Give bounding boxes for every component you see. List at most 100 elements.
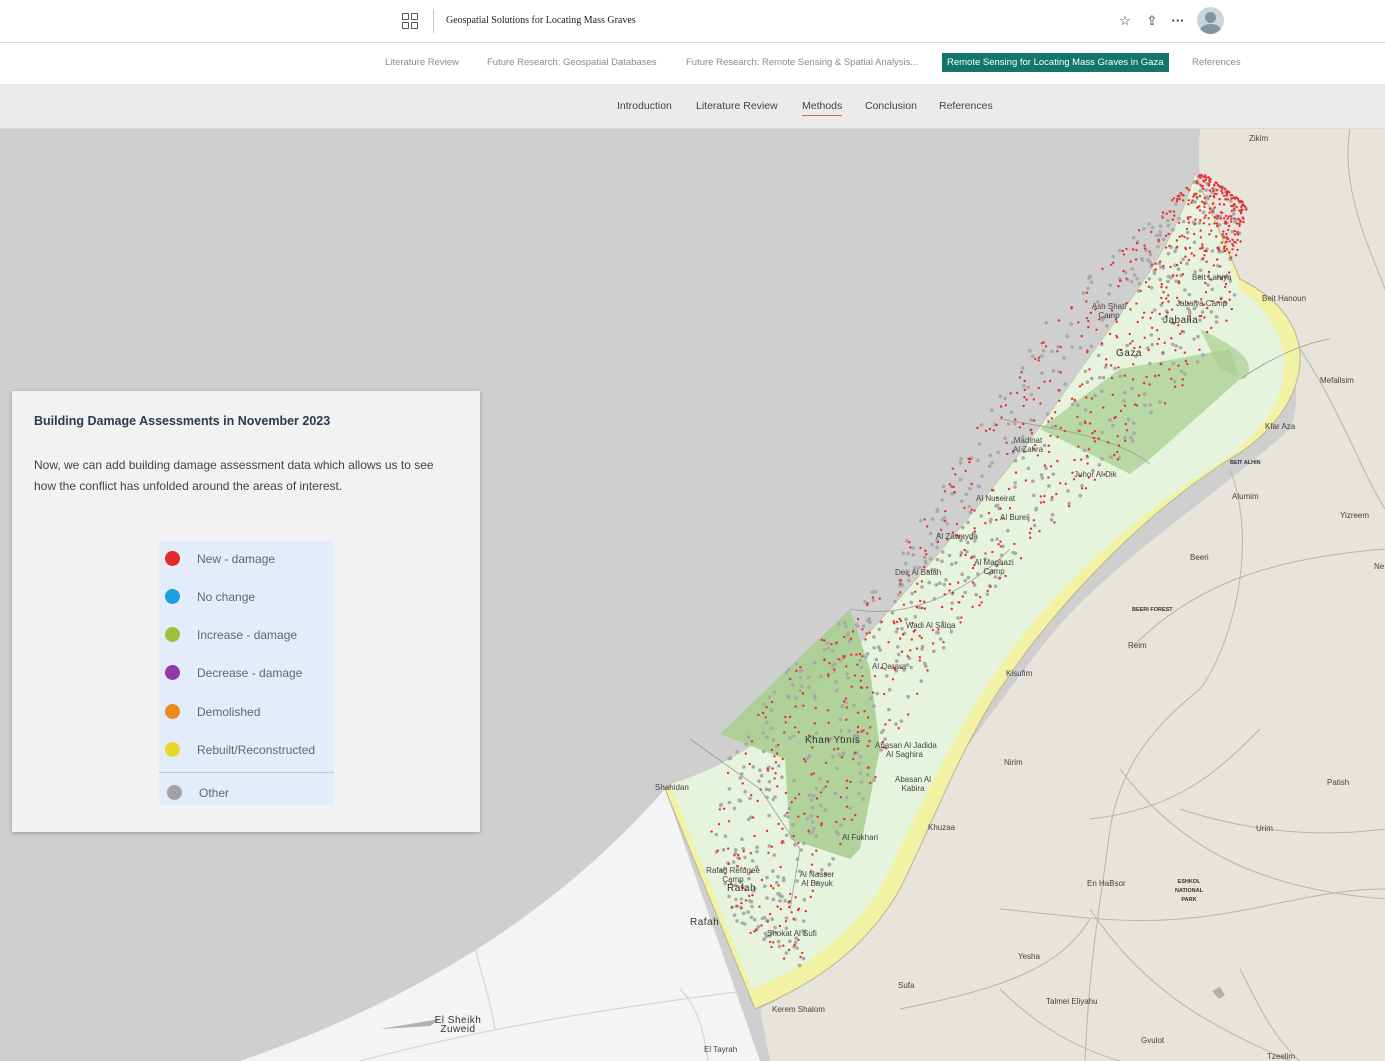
other-point xyxy=(843,620,847,625)
damage-point xyxy=(1013,542,1016,546)
collection-item-geospatial-databases[interactable]: Future Research: Geospatial Databases xyxy=(487,57,657,68)
damage-point xyxy=(736,904,739,908)
damage-point xyxy=(1160,283,1164,286)
damage-point xyxy=(816,815,819,818)
damage-point xyxy=(718,808,721,811)
damage-point xyxy=(1054,424,1057,428)
avatar-icon[interactable] xyxy=(1197,7,1224,34)
section-item-references[interactable]: References xyxy=(939,100,993,115)
other-point xyxy=(762,915,767,920)
other-point xyxy=(1154,233,1159,238)
damage-point xyxy=(1199,236,1203,239)
other-point xyxy=(1149,285,1154,290)
other-point xyxy=(749,915,754,920)
damage-point xyxy=(1230,220,1233,223)
damage-point xyxy=(1215,222,1219,225)
other-point xyxy=(727,787,732,791)
damage-point xyxy=(952,485,955,489)
section-item-methods[interactable]: Methods xyxy=(802,100,843,116)
damage-point xyxy=(1059,345,1062,349)
damage-point xyxy=(1185,227,1189,231)
damage-point xyxy=(1160,285,1163,289)
other-point xyxy=(1022,384,1026,388)
damage-point xyxy=(1056,350,1059,353)
map-label-khuzaa: Khuzaa xyxy=(928,823,956,832)
other-point xyxy=(831,754,835,759)
collection-item-references[interactable]: References xyxy=(1192,57,1241,68)
more-icon[interactable]: ··· xyxy=(1169,12,1187,30)
damage-point xyxy=(1038,530,1041,533)
other-point xyxy=(885,674,889,678)
section-item-introduction[interactable]: Introduction xyxy=(617,100,672,115)
section-item-conclusion[interactable]: Conclusion xyxy=(865,100,917,115)
other-point xyxy=(773,795,777,799)
star-icon[interactable]: ☆ xyxy=(1116,12,1134,30)
collection-item-remote-sensing-analysis[interactable]: Future Research: Remote Sensing & Spatia… xyxy=(686,57,918,68)
other-point xyxy=(1029,392,1034,397)
damage-point xyxy=(1240,204,1244,207)
damage-point xyxy=(1102,406,1105,409)
other-point xyxy=(945,522,949,526)
damage-point xyxy=(887,641,890,644)
other-point xyxy=(767,844,772,848)
damage-point xyxy=(849,637,853,640)
damage-point xyxy=(1231,242,1234,246)
section-item-literature-review[interactable]: Literature Review xyxy=(696,100,778,115)
damage-point xyxy=(1161,351,1165,354)
other-point xyxy=(1150,225,1155,230)
damage-point xyxy=(1215,217,1219,220)
map-label-kfar-aza: Kfar Aza xyxy=(1265,422,1296,431)
other-point xyxy=(1131,235,1136,240)
damage-point xyxy=(1030,432,1034,435)
other-point xyxy=(1076,403,1080,408)
damage-point xyxy=(1029,536,1032,539)
damage-point xyxy=(1105,363,1108,366)
damage-point xyxy=(775,752,779,755)
other-point xyxy=(1107,292,1111,296)
damage-point xyxy=(845,718,848,721)
damage-point xyxy=(1227,224,1231,228)
damage-point xyxy=(1172,210,1176,213)
damage-point xyxy=(964,469,967,473)
other-point xyxy=(1090,376,1094,381)
other-point xyxy=(941,484,946,489)
damage-point xyxy=(1123,374,1127,377)
other-point xyxy=(813,696,817,701)
damage-point xyxy=(815,849,818,852)
other-point xyxy=(787,668,791,672)
other-point xyxy=(836,832,840,836)
map-label-rafah: Rafah xyxy=(690,917,720,928)
other-point xyxy=(835,766,839,771)
other-point xyxy=(827,862,832,867)
other-point xyxy=(866,618,870,623)
map-label-rafah-inner: Rafah xyxy=(727,883,757,894)
other-point xyxy=(979,423,984,427)
other-point xyxy=(1158,233,1162,238)
damage-point xyxy=(776,905,779,908)
damage-point xyxy=(1208,178,1211,181)
damage-point xyxy=(787,948,791,952)
damage-point xyxy=(1176,263,1179,267)
legend-label: Demolished xyxy=(197,705,261,719)
damage-point xyxy=(942,640,945,644)
damage-point xyxy=(960,616,963,619)
damage-point xyxy=(1136,320,1139,324)
damage-point xyxy=(1122,269,1125,273)
other-point xyxy=(805,756,810,761)
damage-point xyxy=(1131,340,1134,343)
damage-point xyxy=(925,553,928,556)
damage-point xyxy=(963,506,966,510)
share-icon[interactable]: ⇪ xyxy=(1143,12,1161,30)
damage-point xyxy=(1235,205,1238,209)
other-point xyxy=(909,665,913,670)
damage-point xyxy=(1144,281,1148,284)
damage-point xyxy=(1224,282,1228,286)
collection-item-literature-review[interactable]: Literature Review xyxy=(385,57,459,68)
apps-grid-icon[interactable] xyxy=(402,13,418,29)
legend-item: Increase - damage xyxy=(159,619,334,649)
damage-point xyxy=(797,731,800,734)
other-point xyxy=(767,779,772,784)
damage-point xyxy=(1194,222,1197,225)
damage-point xyxy=(999,540,1002,543)
collection-item-mass-graves-gaza[interactable]: Remote Sensing for Locating Mass Graves … xyxy=(942,53,1169,72)
